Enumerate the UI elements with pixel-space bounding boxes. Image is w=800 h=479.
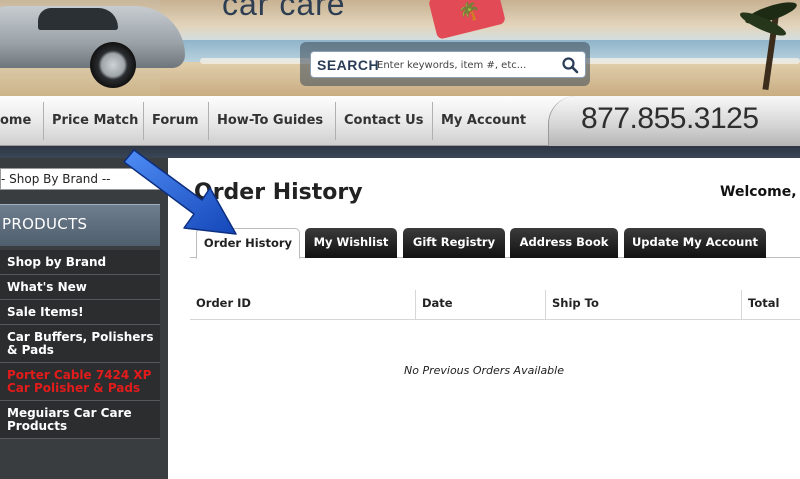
search-label: SEARCH bbox=[317, 57, 380, 73]
tab-address-book[interactable]: Address Book bbox=[510, 228, 618, 258]
nav-forum[interactable]: Forum bbox=[144, 102, 209, 140]
column-total[interactable]: Total bbox=[742, 290, 800, 320]
main-nav: ome Price Match Forum How-To Guides Cont… bbox=[0, 96, 800, 146]
palm-tree-graphic bbox=[734, 0, 799, 96]
orders-table-header: Order ID Date Ship To Total bbox=[190, 290, 800, 320]
search-input[interactable] bbox=[377, 55, 561, 75]
nav-how-to-guides[interactable]: How-To Guides bbox=[209, 102, 336, 140]
main-content: Order History Welcome, Order History My … bbox=[168, 158, 800, 479]
account-tabs: Order History My Wishlist Gift Registry … bbox=[190, 228, 800, 259]
search-box: SEARCH bbox=[310, 51, 586, 78]
sidebar-item-car-buffers[interactable]: Car Buffers, Polishers & Pads bbox=[0, 325, 160, 363]
header-banner: 911 car care 🌴 SEARCH bbox=[0, 0, 800, 96]
sidebar-item-sale-items[interactable]: Sale Items! bbox=[0, 300, 160, 325]
car-graphic: 911 bbox=[0, 0, 195, 92]
tab-gift-registry[interactable]: Gift Registry bbox=[403, 228, 505, 258]
column-ship-to[interactable]: Ship To bbox=[546, 290, 742, 320]
product-category-list: Shop by Brand What's New Sale Items! Car… bbox=[0, 250, 160, 439]
products-heading-label: PRODUCTS bbox=[2, 215, 88, 233]
column-date[interactable]: Date bbox=[416, 290, 546, 320]
sidebar-item-shop-by-brand[interactable]: Shop by Brand bbox=[0, 250, 160, 275]
palm-tree-icon: 🌴 bbox=[456, 0, 483, 25]
nav-home[interactable]: ome bbox=[0, 102, 44, 140]
nav-contact-us[interactable]: Contact Us bbox=[336, 102, 433, 140]
sidebar-item-whats-new[interactable]: What's New bbox=[0, 275, 160, 300]
search-icon[interactable] bbox=[561, 56, 579, 74]
sidebar-item-porter-cable[interactable]: Porter Cable 7424 XP Car Polisher & Pads bbox=[0, 363, 160, 401]
phone-panel: 877.855.3125 bbox=[548, 96, 800, 146]
pointer-arrow-icon bbox=[123, 149, 237, 235]
tab-my-wishlist[interactable]: My Wishlist bbox=[305, 228, 397, 258]
search-bar: SEARCH bbox=[300, 42, 590, 86]
column-order-id[interactable]: Order ID bbox=[190, 290, 416, 320]
welcome-text: Welcome, bbox=[720, 184, 797, 200]
nav-price-match[interactable]: Price Match bbox=[44, 102, 144, 140]
phone-number: 877.855.3125 bbox=[581, 102, 759, 135]
site-logo-text[interactable]: car care bbox=[222, 0, 346, 23]
empty-orders-message: No Previous Orders Available bbox=[404, 364, 564, 377]
tab-update-my-account[interactable]: Update My Account bbox=[624, 228, 766, 258]
sidebar-item-meguiars[interactable]: Meguiars Car Care Products bbox=[0, 401, 160, 439]
nav-my-account[interactable]: My Account bbox=[433, 102, 535, 140]
